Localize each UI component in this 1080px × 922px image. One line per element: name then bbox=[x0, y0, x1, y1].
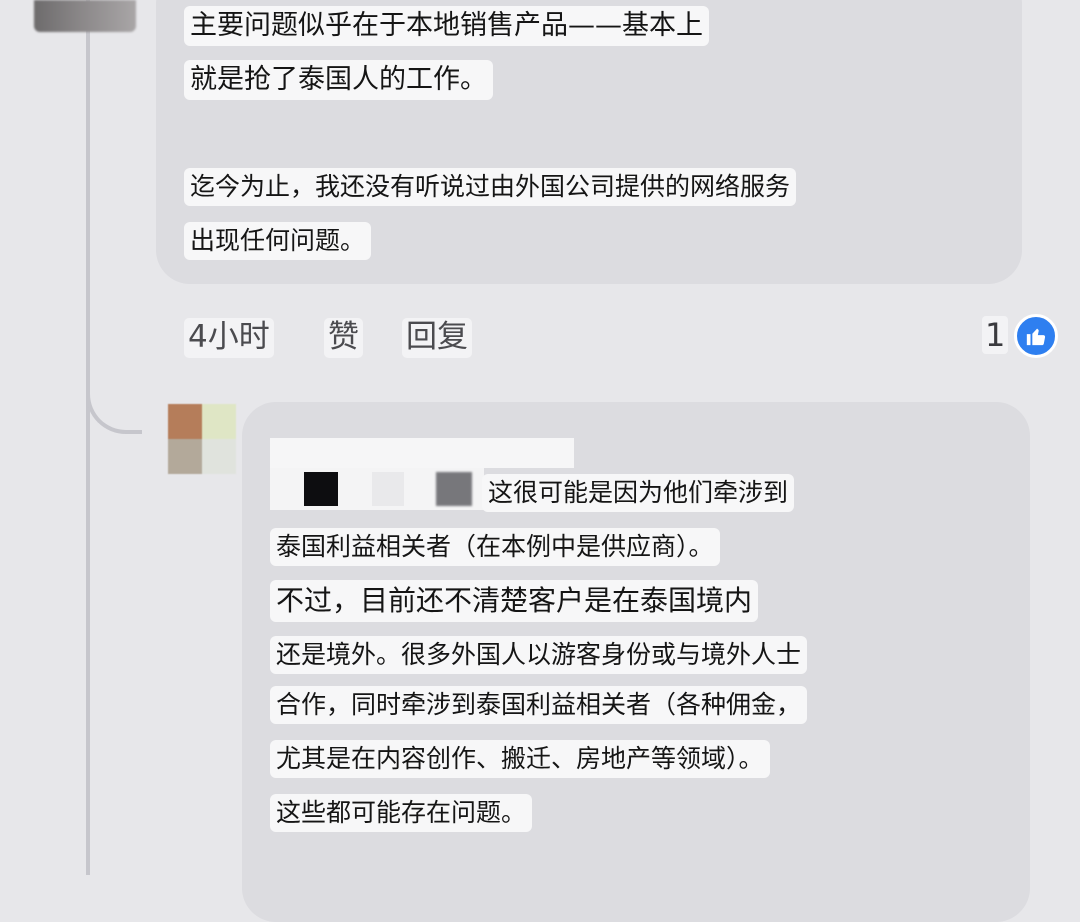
redacted-block bbox=[436, 472, 472, 506]
reply-text-line: 还是境外。很多外国人以游客身份或与境外人士 bbox=[270, 636, 808, 674]
comment-text-line: 主要问题似乎在于本地销售产品——基本上 bbox=[184, 6, 709, 47]
like-button[interactable]: 赞 bbox=[324, 318, 363, 358]
comment-text-line: 就是抢了泰国人的工作。 bbox=[184, 60, 493, 101]
reply-avatar[interactable] bbox=[168, 404, 236, 474]
reply-text-line: 不过，目前还不清楚客户是在泰国境内 bbox=[270, 580, 759, 622]
redacted-block bbox=[304, 472, 338, 506]
reply-text-line: 这很可能是因为他们牵涉到 bbox=[482, 474, 795, 512]
reply-button[interactable]: 回复 bbox=[402, 318, 472, 358]
thumbs-up-icon[interactable] bbox=[1014, 314, 1058, 358]
redacted-name bbox=[270, 438, 574, 468]
comment-timestamp: 4小时 bbox=[184, 318, 274, 358]
comment-text-line: 迄今为止，我还没有听说过由外国公司提供的网络服务 bbox=[184, 168, 797, 206]
reply-text-line: 尤其是在内容创作、搬迁、房地产等领域）。 bbox=[270, 740, 770, 778]
reply-text-line: 合作，同时牵涉到泰国利益相关者（各种佣金， bbox=[270, 686, 808, 724]
reply-text-line: 泰国利益相关者（在本例中是供应商）。 bbox=[270, 528, 720, 566]
comment-text-line: 出现任何问题。 bbox=[184, 222, 372, 260]
redacted-block bbox=[372, 472, 404, 506]
thread-reply-connector bbox=[86, 372, 142, 434]
like-count[interactable]: 1 bbox=[982, 316, 1009, 355]
commenter-avatar[interactable] bbox=[34, 0, 136, 32]
thread-connector-line bbox=[86, 0, 90, 875]
reply-text-line: 这些都可能存在问题。 bbox=[270, 794, 533, 832]
